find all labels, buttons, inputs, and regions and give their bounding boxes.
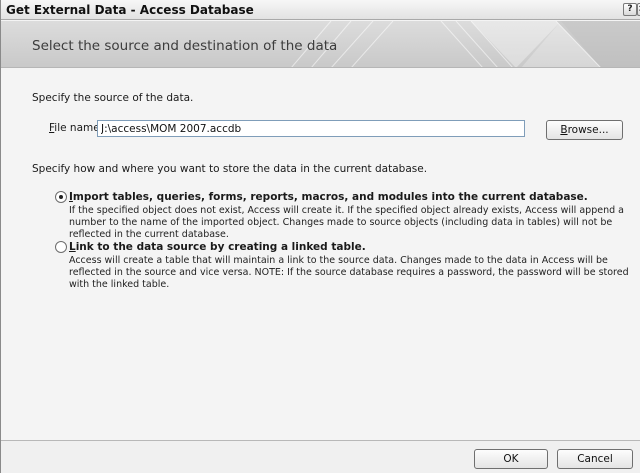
wizard-header: Select the source and destination of the…	[1, 21, 640, 68]
window-title: Get External Data - Access Database	[6, 3, 254, 17]
dialog-window: Get External Data - Access Database ? × …	[0, 0, 640, 473]
destination-heading: Specify how and where you want to store …	[32, 163, 428, 175]
import-option-title[interactable]: Import tables, queries, forms, reports, …	[69, 191, 588, 203]
file-name-input[interactable]	[97, 120, 525, 137]
title-bar[interactable]: Get External Data - Access Database ? ×	[1, 0, 640, 20]
ok-button[interactable]: OK	[474, 449, 548, 469]
browse-button[interactable]: Browse...	[546, 120, 623, 140]
link-option-title[interactable]: Link to the data source by creating a li…	[69, 241, 366, 253]
page-title: Select the source and destination of the…	[32, 38, 338, 54]
source-heading: Specify the source of the data.	[32, 92, 194, 104]
cancel-button[interactable]: Cancel	[557, 449, 633, 469]
file-name-label: File name:	[49, 122, 104, 134]
help-button[interactable]: ?	[623, 3, 637, 16]
link-radio[interactable]	[55, 241, 67, 253]
import-radio[interactable]	[55, 191, 67, 203]
dialog-footer: OK Cancel	[1, 440, 640, 473]
import-option-description: If the specified object does not exist, …	[69, 205, 624, 240]
link-option-description: Access will create a table that will mai…	[69, 255, 629, 290]
